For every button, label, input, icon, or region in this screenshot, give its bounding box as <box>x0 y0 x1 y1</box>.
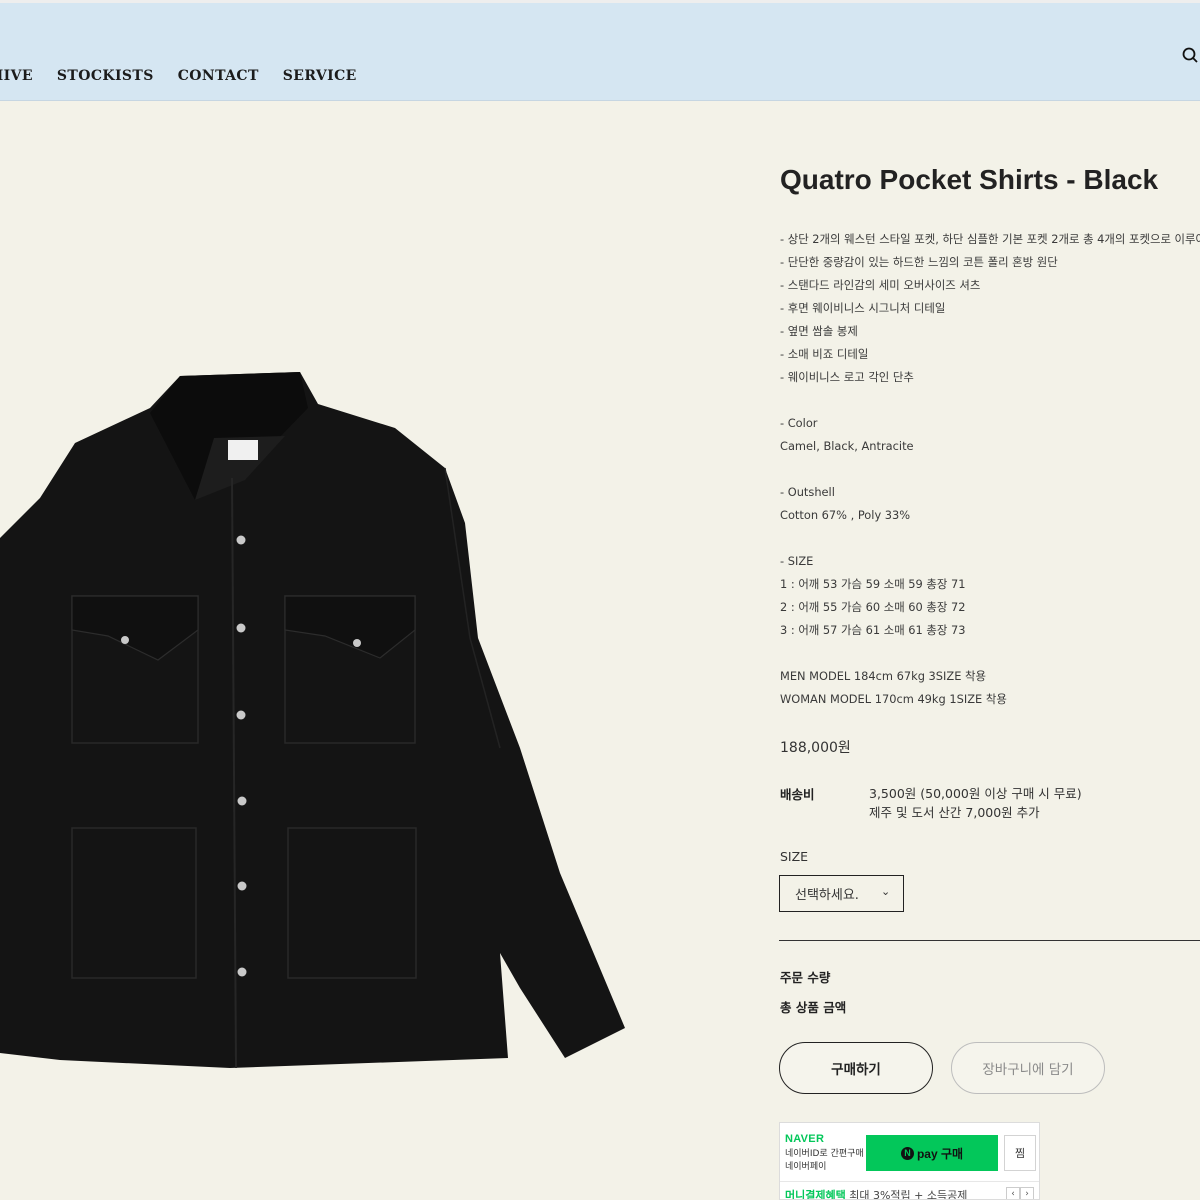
description-line: - Color <box>780 416 818 430</box>
product-description: - 상단 2개의 웨스턴 스타일 포켓, 하단 심플한 기본 포켓 2개로 총 … <box>780 228 1200 711</box>
add-to-cart-button[interactable]: 장바구니에 담기 <box>951 1042 1105 1094</box>
size-select[interactable]: 선택하세요. ⌄ <box>779 875 904 912</box>
description-line: Cotton 67% , Poly 33% <box>780 508 911 522</box>
description-line: - Outshell <box>780 485 835 499</box>
naver-n-icon: N <box>900 1146 914 1160</box>
buy-button[interactable]: 구매하기 <box>779 1042 933 1094</box>
nav-contact[interactable]: CONTACT <box>178 68 259 84</box>
description-line: - SIZE <box>780 554 814 568</box>
description-line: - 소매 비죠 디테일 <box>780 347 869 361</box>
main-nav: HIVE STOCKISTS CONTACT SERVICE <box>0 68 381 84</box>
naver-pay-caption: 네이버ID로 간편구매 네이버페이 <box>785 1148 864 1174</box>
description-line: - 스탠다드 라인감의 세미 오버사이즈 셔츠 <box>780 278 981 292</box>
description-line: 2 : 어깨 55 가슴 60 소매 60 총장 72 <box>780 600 966 614</box>
naver-pay-benefit: 머니결제혜택 최대 3%적립 + 소득공제 <box>785 1187 968 1200</box>
shipping-fee: 3,500원 (50,000원 이상 구매 시 무료) <box>869 786 1082 801</box>
product-title: Quatro Pocket Shirts - Black <box>780 164 1159 195</box>
search-icon <box>1182 47 1198 63</box>
nav-archive[interactable]: HIVE <box>0 68 33 84</box>
wishlist-button[interactable]: 찜 <box>1004 1135 1036 1171</box>
description-line: 1 : 어깨 53 가슴 59 소매 59 총장 71 <box>780 577 966 591</box>
description-line: 3 : 어깨 57 가슴 61 소매 61 총장 73 <box>780 623 966 637</box>
product-image <box>0 368 630 1069</box>
shipping-extra: 제주 및 도서 산간 7,000원 추가 <box>869 805 1040 820</box>
naver-pay-button-label: pay 구매 <box>916 1146 964 1161</box>
search-button[interactable] <box>1180 43 1200 67</box>
nav-service[interactable]: SERVICE <box>283 68 357 84</box>
site-header: HIVE STOCKISTS CONTACT SERVICE <box>0 3 1200 101</box>
size-select-value: 선택하세요. <box>795 888 859 903</box>
benefit-pager: ‹ › <box>1006 1187 1034 1199</box>
description-line <box>780 642 1200 665</box>
benefit-detail: 최대 3%적립 + 소득공제 <box>845 1189 968 1200</box>
description-line: - 옆면 쌈솔 봉제 <box>780 324 858 338</box>
chevron-right-icon[interactable]: › <box>1020 1187 1034 1199</box>
naver-pay-caption-line: 네이버페이 <box>785 1162 827 1172</box>
divider <box>780 1181 1039 1182</box>
description-line: - 단단한 중량감이 있는 하드한 느낌의 코튼 폴리 혼방 원단 <box>780 255 1058 269</box>
description-line: - 상단 2개의 웨스턴 스타일 포켓, 하단 심플한 기본 포켓 2개로 총 … <box>780 232 1200 246</box>
description-line <box>780 389 1200 412</box>
naver-pay-button[interactable]: N pay 구매 <box>866 1135 998 1171</box>
naver-pay-box: NAVER 네이버ID로 간편구매 네이버페이 N pay 구매 찜 머니결제혜… <box>779 1122 1040 1200</box>
total-price-label: 총 상품 금액 <box>780 1000 847 1015</box>
size-label: SIZE <box>780 849 809 864</box>
shipping-label: 배송비 <box>780 787 815 802</box>
naver-logo: NAVER <box>785 1133 825 1145</box>
chevron-down-icon: ⌄ <box>881 885 891 898</box>
description-line: MEN MODEL 184cm 67kg 3SIZE 착용 <box>780 669 986 683</box>
divider <box>779 940 1200 941</box>
description-line: WOMAN MODEL 170cm 49kg 1SIZE 착용 <box>780 692 1007 706</box>
nav-stockists[interactable]: STOCKISTS <box>57 68 154 84</box>
description-line: - 웨이비니스 로고 각인 단추 <box>780 370 914 384</box>
description-line <box>780 458 1200 481</box>
product-price: 188,000원 <box>780 740 851 756</box>
chevron-left-icon[interactable]: ‹ <box>1006 1187 1020 1199</box>
description-line: - 후면 웨이비니스 시그니처 디테일 <box>780 301 946 315</box>
shipping-info: 3,500원 (50,000원 이상 구매 시 무료) 제주 및 도서 산간 7… <box>869 784 1082 822</box>
naver-pay-caption-line: 네이버ID로 간편구매 <box>785 1149 864 1159</box>
description-line: Camel, Black, Antracite <box>780 439 914 453</box>
benefit-highlight: 머니결제혜택 <box>785 1189 846 1200</box>
order-quantity-label: 주문 수량 <box>780 970 831 985</box>
description-line <box>780 527 1200 550</box>
